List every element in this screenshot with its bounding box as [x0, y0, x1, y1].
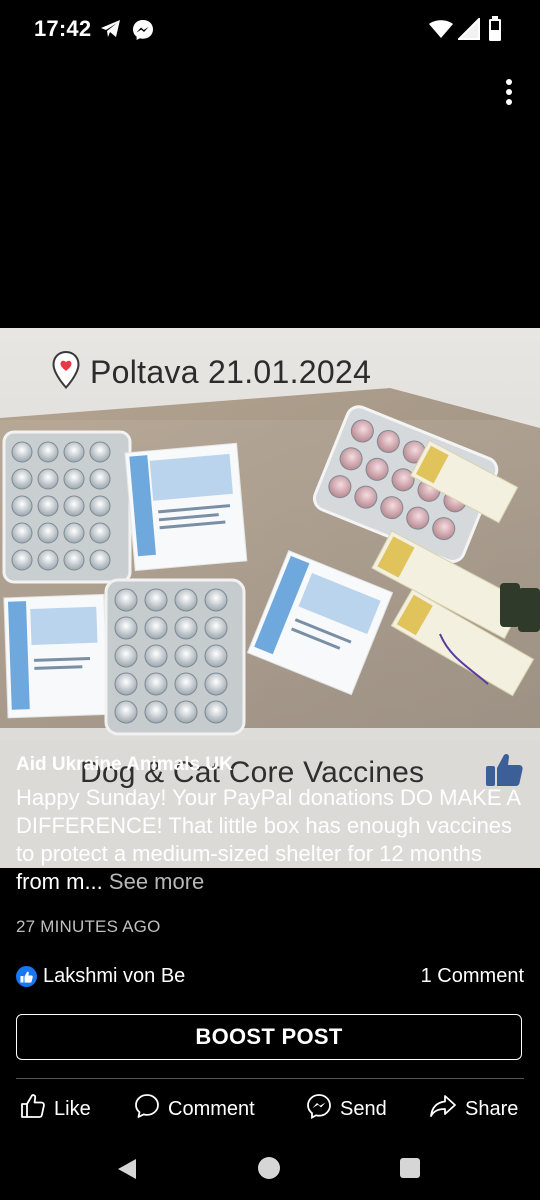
- messenger-icon: [132, 19, 154, 46]
- vial: [174, 644, 198, 668]
- vaccine-box: [3, 593, 109, 719]
- page-name[interactable]: Aid Ukraine Animals UK: [16, 754, 233, 776]
- vial: [37, 549, 59, 571]
- send-label: Send: [340, 1097, 387, 1120]
- share-arrow-icon: [429, 1094, 457, 1124]
- comment-button[interactable]: Comment: [134, 1094, 255, 1124]
- post-body-text: Happy Sunday! Your PayPal donations DO M…: [16, 785, 520, 894]
- boost-post-button[interactable]: BOOST POST: [16, 1014, 522, 1060]
- vial: [114, 644, 138, 668]
- more-options-button[interactable]: [492, 74, 526, 110]
- vial: [174, 588, 198, 612]
- vial: [144, 616, 168, 640]
- thumbs-up-icon: [20, 1093, 46, 1125]
- vial: [114, 672, 138, 696]
- vial: [89, 522, 111, 544]
- signal-icon: [456, 16, 480, 45]
- vial: [144, 588, 168, 612]
- vial: [89, 441, 111, 463]
- vial: [89, 495, 111, 517]
- vial: [37, 441, 59, 463]
- status-bar: 17:42: [0, 0, 540, 60]
- recents-square-icon[interactable]: [400, 1158, 420, 1178]
- vial: [63, 495, 85, 517]
- vial: [63, 549, 85, 571]
- vial: [11, 522, 33, 544]
- comment-bubble-icon: [134, 1093, 160, 1125]
- vial: [144, 700, 168, 724]
- share-label: Share: [465, 1097, 519, 1120]
- vial: [174, 672, 198, 696]
- vial: [114, 616, 138, 640]
- share-button[interactable]: Share: [429, 1094, 518, 1124]
- vial: [37, 522, 59, 544]
- vial: [114, 588, 138, 612]
- vial: [204, 616, 228, 640]
- system-nav-bar: [0, 1140, 540, 1200]
- home-circle-icon[interactable]: [258, 1157, 280, 1179]
- like-label: Like: [54, 1097, 91, 1120]
- telegram-icon: [100, 19, 122, 44]
- post-actions: Like Comment Send Share: [0, 1086, 540, 1132]
- send-button[interactable]: Send: [306, 1094, 387, 1124]
- photo-stamp-text: Poltava 21.01.2024: [90, 353, 372, 390]
- back-triangle-icon[interactable]: [116, 1158, 138, 1185]
- vial: [11, 549, 33, 571]
- vial: [89, 549, 111, 571]
- vial: [114, 700, 138, 724]
- photo-location-stamp: Poltava 21.01.2024: [52, 350, 372, 394]
- comment-label: Comment: [168, 1097, 255, 1120]
- vaccine-box: [124, 442, 248, 572]
- vial: [11, 441, 33, 463]
- vial: [144, 644, 168, 668]
- vial: [11, 468, 33, 490]
- post-body[interactable]: Happy Sunday! Your PayPal donations DO M…: [16, 784, 526, 896]
- like-button[interactable]: Like: [20, 1094, 91, 1124]
- reactions-row[interactable]: Lakshmi von Be 1 Comment: [16, 963, 524, 993]
- vial: [144, 672, 168, 696]
- location-pin-icon: [52, 350, 80, 394]
- reaction-names[interactable]: Lakshmi von Be: [43, 965, 185, 988]
- messenger-send-icon: [306, 1093, 332, 1125]
- vial: [11, 495, 33, 517]
- vial: [37, 495, 59, 517]
- comment-count[interactable]: 1 Comment: [421, 965, 524, 988]
- vial: [63, 441, 85, 463]
- battery-icon: [488, 16, 502, 47]
- vial: [204, 700, 228, 724]
- vial: [63, 468, 85, 490]
- vial: [204, 644, 228, 668]
- like-reaction-icon: [16, 966, 37, 987]
- vial: [174, 616, 198, 640]
- wifi-icon: [428, 19, 454, 44]
- post-text[interactable]: Aid Ukraine Animals UK Happy Sunday! You…: [0, 748, 540, 900]
- status-time: 17:42: [34, 16, 92, 41]
- vial: [204, 588, 228, 612]
- post-timestamp: 27 MINUTES AGO: [16, 917, 161, 936]
- divider: [16, 1078, 524, 1079]
- vial: [89, 468, 111, 490]
- vial: [37, 468, 59, 490]
- vial: [174, 700, 198, 724]
- see-more-link[interactable]: See more: [109, 869, 204, 894]
- vial: [204, 672, 228, 696]
- vial: [63, 522, 85, 544]
